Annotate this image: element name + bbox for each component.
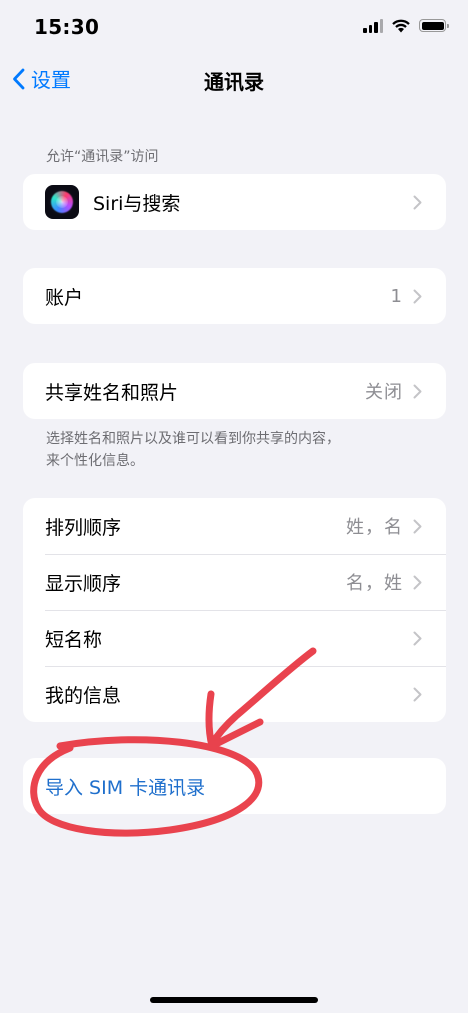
share-footer-line-2: 来个性化信息。 — [46, 453, 144, 469]
section-header-access: 允许“通讯录”访问 — [46, 149, 159, 165]
short-name-row[interactable]: 短名称 — [23, 610, 446, 666]
status-icons — [363, 18, 449, 33]
share-footer-note: 选择姓名和照片以及谁可以看到你共享的内容， 来个性化信息。 — [46, 428, 426, 472]
my-info-row[interactable]: 我的信息 — [23, 666, 446, 722]
page-title: 通讯录 — [204, 70, 264, 94]
share-name-photo-value: 关闭 — [365, 382, 403, 403]
sort-order-label: 排列顺序 — [45, 516, 122, 539]
home-indicator — [150, 997, 318, 1003]
display-order-row[interactable]: 显示顺序 名，姓 — [23, 554, 446, 610]
import-sim-contacts-button[interactable]: 导入 SIM 卡通讯录 — [23, 758, 446, 814]
display-order-value: 名，姓 — [346, 573, 403, 594]
cellular-signal-icon — [363, 18, 383, 33]
chevron-right-icon — [413, 687, 422, 701]
chevron-right-icon — [413, 519, 422, 533]
share-name-photo-label: 共享姓名和照片 — [45, 381, 179, 404]
chevron-right-icon — [413, 575, 422, 589]
accounts-group: 账户 1 — [23, 268, 446, 324]
chevron-right-icon — [413, 384, 422, 398]
share-group: 共享姓名和照片 关闭 — [23, 363, 446, 419]
share-footer-line-1: 选择姓名和照片以及谁可以看到你共享的内容， — [46, 431, 340, 447]
share-name-photo-row[interactable]: 共享姓名和照片 关闭 — [23, 363, 446, 419]
chevron-right-icon — [413, 289, 422, 303]
accounts-row[interactable]: 账户 1 — [23, 268, 446, 324]
my-info-label: 我的信息 — [45, 684, 122, 707]
short-name-label: 短名称 — [45, 628, 103, 651]
accounts-count: 1 — [390, 285, 403, 307]
import-sim-contacts-label: 导入 SIM 卡通讯录 — [45, 776, 206, 799]
siri-search-label: Siri与搜索 — [93, 192, 181, 215]
sort-order-value: 姓，名 — [346, 517, 403, 538]
display-order-label: 显示顺序 — [45, 572, 122, 595]
status-time: 15:30 — [34, 15, 100, 39]
siri-icon — [45, 185, 79, 219]
access-group: Siri与搜索 — [23, 174, 446, 230]
chevron-right-icon — [413, 195, 422, 209]
siri-search-row[interactable]: Siri与搜索 — [23, 174, 446, 230]
sort-order-row[interactable]: 排列顺序 姓，名 — [23, 498, 446, 554]
battery-icon — [419, 19, 449, 32]
import-group: 导入 SIM 卡通讯录 — [23, 758, 446, 814]
wifi-icon — [392, 19, 410, 33]
status-bar: 15:30 — [0, 0, 468, 56]
order-group: 排列顺序 姓，名 显示顺序 名，姓 短名称 我的信息 — [23, 498, 446, 722]
chevron-right-icon — [413, 631, 422, 645]
navigation-bar: 设置 通讯录 — [0, 56, 468, 102]
accounts-label: 账户 — [45, 286, 84, 309]
